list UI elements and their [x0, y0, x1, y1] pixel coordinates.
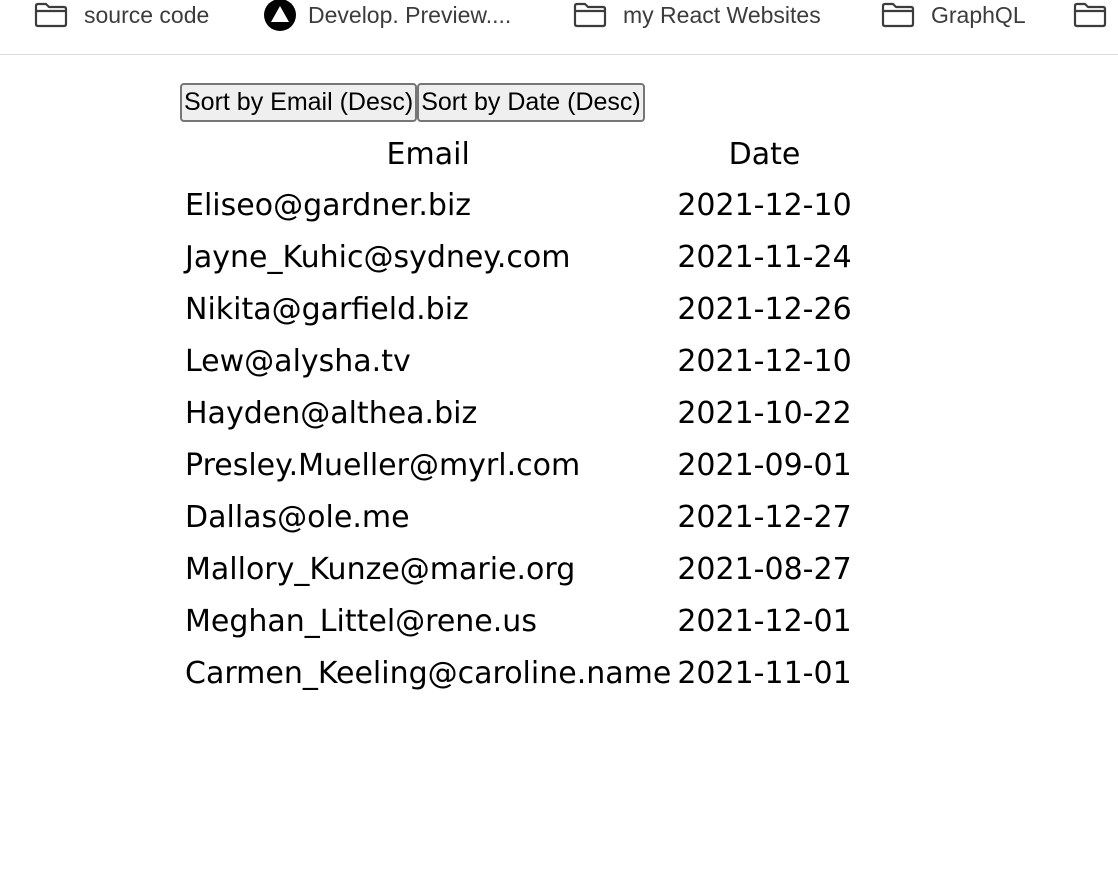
bookmarks-bar: source code Develop. Preview.... my Reac… — [0, 0, 1118, 55]
email-cell: Meghan_Littel@rene.us — [185, 604, 537, 639]
table-row: Jayne_Kuhic@sydney.com 2021-11-24 — [182, 232, 855, 284]
folder-icon — [34, 2, 68, 28]
table-row: Hayden@althea.biz 2021-10-22 — [182, 388, 855, 440]
email-cell: Nikita@garfield.biz — [185, 292, 469, 327]
email-column-header: Email — [386, 137, 470, 172]
bookmark-label: GraphQL — [931, 1, 1026, 28]
date-cell: 2021-12-27 — [677, 500, 852, 535]
email-cell: Hayden@althea.biz — [185, 396, 478, 431]
table-row: Presley.Mueller@myrl.com 2021-09-01 — [182, 440, 855, 492]
bookmark-source-code[interactable]: source code — [34, 0, 209, 34]
date-cell: 2021-11-24 — [677, 240, 852, 275]
email-cell: Eliseo@gardner.biz — [185, 188, 472, 223]
sort-controls: Sort by Email (Desc) Sort by Date (Desc) — [180, 83, 855, 122]
bookmark-label: my React Websites — [623, 1, 821, 28]
folder-icon — [1073, 2, 1107, 28]
folder-icon — [573, 2, 607, 28]
email-cell: Lew@alysha.tv — [185, 344, 411, 379]
email-date-table: Email Date Eliseo@gardner.biz 2021-12-10… — [182, 130, 855, 700]
bookmark-develop-preview[interactable]: Develop. Preview.... — [264, 0, 511, 34]
table-row: Lew@alysha.tv 2021-12-10 — [182, 336, 855, 388]
vercel-triangle-icon — [264, 0, 296, 31]
date-cell: 2021-11-01 — [677, 656, 852, 691]
date-cell: 2021-12-10 — [677, 344, 852, 379]
date-cell: 2021-12-01 — [677, 604, 852, 639]
email-cell: Mallory_Kunze@marie.org — [185, 552, 576, 587]
sort-by-email-button[interactable]: Sort by Email (Desc) — [180, 83, 418, 122]
date-cell: 2021-12-26 — [677, 292, 852, 327]
date-cell: 2021-09-01 — [677, 448, 852, 483]
table-row: Dallas@ole.me 2021-12-27 — [182, 492, 855, 544]
folder-icon — [881, 2, 915, 28]
bookmark-folder-truncated[interactable] — [1073, 0, 1118, 34]
email-cell: Presley.Mueller@myrl.com — [185, 448, 581, 483]
email-cell: Dallas@ole.me — [185, 500, 410, 535]
date-cell: 2021-12-10 — [677, 188, 852, 223]
date-column-header: Date — [728, 137, 801, 172]
table-row: Mallory_Kunze@marie.org 2021-08-27 — [182, 544, 855, 596]
bookmark-label: source code — [84, 1, 210, 28]
date-cell: 2021-08-27 — [677, 552, 852, 587]
table-row: Nikita@garfield.biz 2021-12-26 — [182, 284, 855, 336]
sort-by-date-button[interactable]: Sort by Date (Desc) — [417, 83, 645, 122]
email-cell: Carmen_Keeling@caroline.name — [185, 656, 672, 691]
table-header-row: Email Date — [182, 130, 855, 180]
table-row: Meghan_Littel@rene.us 2021-12-01 — [182, 596, 855, 648]
bookmark-graphql[interactable]: GraphQL — [881, 0, 1026, 34]
bookmark-my-react-websites[interactable]: my React Websites — [573, 0, 821, 34]
email-cell: Jayne_Kuhic@sydney.com — [185, 240, 571, 275]
main-content: Sort by Email (Desc) Sort by Date (Desc)… — [180, 83, 855, 700]
table-row: Carmen_Keeling@caroline.name 2021-11-01 — [182, 648, 855, 700]
bookmark-label: Develop. Preview.... — [308, 1, 512, 28]
date-cell: 2021-10-22 — [677, 396, 852, 431]
table-row: Eliseo@gardner.biz 2021-12-10 — [182, 180, 855, 232]
